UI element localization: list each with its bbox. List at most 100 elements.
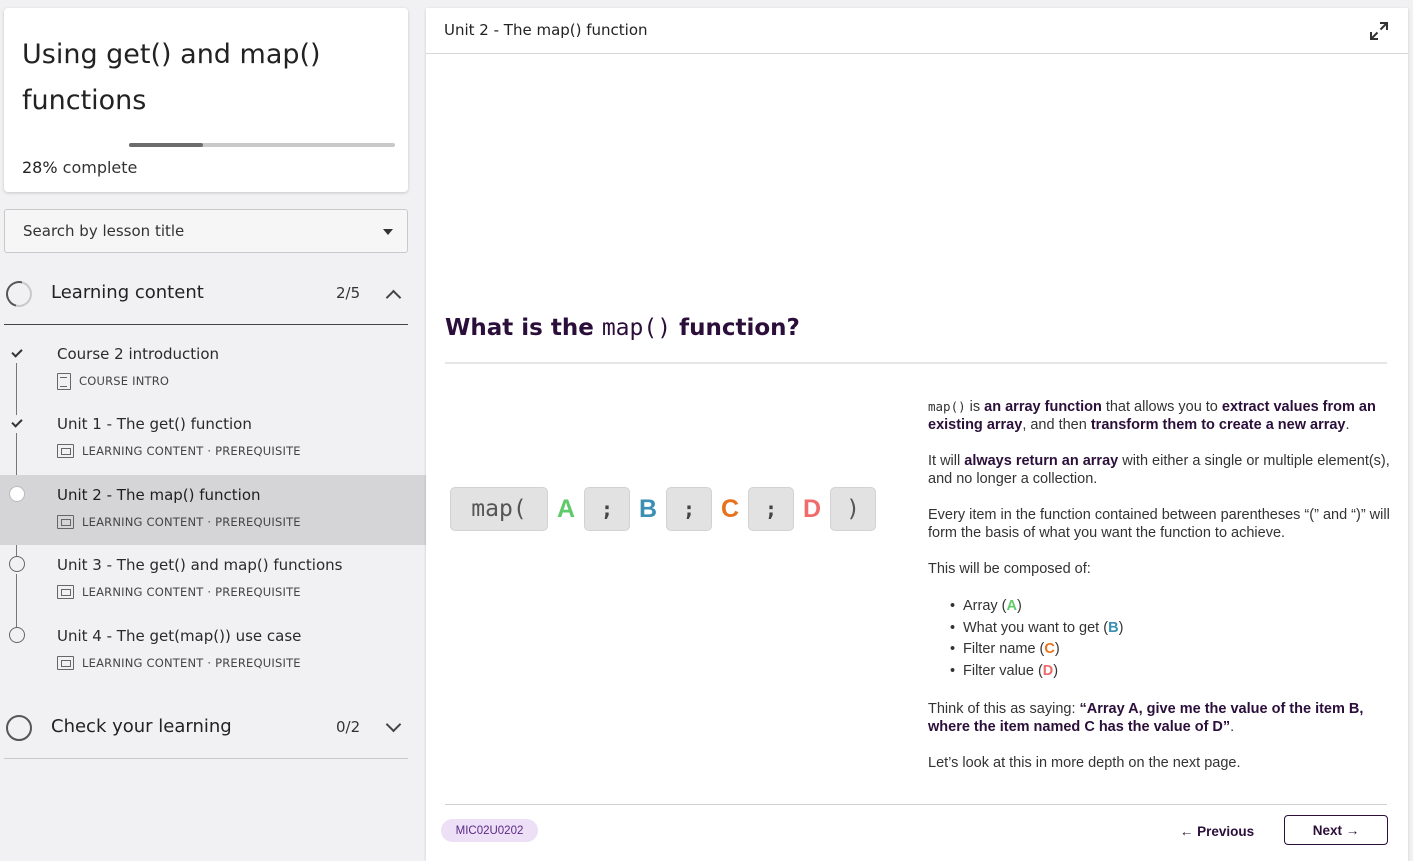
screen-icon: [57, 656, 74, 670]
desc-paragraph: Think of this as saying: “Array A, give …: [928, 700, 1390, 736]
lesson-description: map() is an array function that allows y…: [928, 398, 1390, 790]
next-button[interactable]: Next →: [1284, 815, 1388, 845]
lesson-type: LEARNING CONTENT · PREREQUISITE: [82, 656, 301, 670]
list-item-text: ): [1118, 619, 1124, 636]
heading-text: function?: [671, 315, 800, 341]
lesson-heading: What is the map() function?: [445, 315, 800, 341]
section-check-your-learning[interactable]: Check your learning 0/2: [4, 700, 408, 756]
desc-text: that allows you to: [1101, 399, 1222, 415]
list-item: Filter value (D): [950, 661, 1390, 683]
lesson-meta: LEARNING CONTENT · PREREQUISITE: [57, 655, 301, 671]
screen-icon: [57, 444, 74, 458]
lesson-title: Unit 1 - The get() function: [57, 415, 252, 433]
list-item-letter: A: [1006, 598, 1017, 614]
syntax-separator: ;: [748, 487, 794, 531]
list-item: What you want to get (B): [950, 618, 1390, 640]
previous-button[interactable]: ← Previous: [1170, 816, 1264, 846]
section-label: Learning content: [51, 282, 204, 303]
lesson-item-unit-2[interactable]: Unit 2 - The map() function LEARNING CON…: [0, 475, 426, 545]
desc-emphasis: an array function: [984, 399, 1102, 415]
lesson-code-badge: MIC02U0202: [441, 819, 538, 842]
lesson-type: LEARNING CONTENT · PREREQUISITE: [82, 515, 301, 529]
section-divider: [4, 758, 408, 759]
desc-text: Think of this as saying:: [928, 701, 1080, 717]
lesson-type: LEARNING CONTENT · PREREQUISITE: [82, 444, 301, 458]
chevron-down-icon[interactable]: [385, 716, 402, 733]
list-item: Filter name (C): [950, 639, 1390, 661]
lesson-title: Unit 4 - The get(map()) use case: [57, 627, 302, 645]
heading-code: map(): [601, 315, 672, 341]
empty-circle-icon: [9, 556, 25, 572]
syntax-letter-d: D: [802, 494, 822, 523]
desc-paragraph: Every item in the function contained bet…: [928, 507, 1390, 541]
lesson-meta: COURSE INTRO: [57, 372, 170, 390]
list-item: Array (A): [950, 596, 1390, 618]
list-item-text: ): [1054, 641, 1060, 657]
desc-paragraph: map() is an array function that allows y…: [928, 398, 1390, 434]
lesson-meta: LEARNING CONTENT · PREREQUISITE: [57, 443, 301, 459]
lesson-search-select[interactable]: Search by lesson title: [4, 209, 408, 253]
chevron-up-icon[interactable]: [385, 289, 402, 306]
screen-icon: [57, 515, 74, 529]
lesson-type: LEARNING CONTENT · PREREQUISITE: [82, 585, 301, 599]
expand-icon[interactable]: [1368, 20, 1390, 42]
list-item-letter: D: [1042, 662, 1054, 679]
list-item-text: Array (: [963, 598, 1007, 614]
desc-text: It will: [928, 453, 965, 469]
lesson-item-course-intro[interactable]: Course 2 introduction COURSE INTRO: [0, 334, 426, 404]
inline-code: map(): [928, 399, 966, 414]
caret-down-icon: [383, 229, 393, 235]
checkmark-icon: [9, 345, 25, 361]
course-title: Using get() and map() functions: [22, 39, 321, 116]
syntax-letter-b: B: [638, 494, 658, 523]
list-item-letter: B: [1108, 619, 1119, 636]
empty-circle-icon: [6, 715, 32, 741]
list-item-text: ): [1016, 598, 1022, 614]
composition-list: Array (A) What you want to get (B) Filte…: [950, 596, 1390, 682]
lesson-type: COURSE INTRO: [79, 374, 170, 388]
course-sidebar: Using get() and map() functions 28% comp…: [0, 0, 426, 861]
desc-paragraph: It will always return an array with eith…: [928, 452, 1390, 488]
empty-circle-icon: [9, 627, 25, 643]
lesson-title: Unit 2 - The map() function: [57, 486, 261, 504]
footer-divider: [445, 804, 1387, 805]
desc-text: .: [1230, 719, 1235, 735]
heading-text: What is the: [445, 315, 602, 341]
lesson-item-unit-1[interactable]: Unit 1 - The get() function LEARNING CON…: [0, 404, 426, 474]
document-icon: [57, 372, 71, 390]
lesson-header-title: Unit 2 - The map() function: [444, 21, 648, 39]
section-learning-content[interactable]: Learning content 2/5: [1, 266, 408, 322]
progress-percent: 28%: [22, 158, 58, 177]
lesson-title: Unit 3 - The get() and map() functions: [57, 556, 343, 574]
section-divider: [4, 324, 408, 325]
syntax-letter-c: C: [720, 494, 740, 523]
desc-paragraph: This will be composed of:: [928, 561, 1091, 577]
progress-ring-icon: [1, 276, 37, 312]
syntax-separator: ;: [666, 487, 712, 531]
desc-emphasis: always return an array: [964, 453, 1119, 469]
syntax-token-close: ): [830, 487, 876, 531]
course-summary-card: Using get() and map() functions 28% comp…: [4, 8, 408, 192]
section-count: 2/5: [336, 284, 361, 302]
list-item-text: ): [1053, 662, 1059, 679]
course-progress-bar: [129, 143, 395, 147]
section-count: 0/2: [336, 718, 361, 736]
lesson-meta: LEARNING CONTENT · PREREQUISITE: [57, 514, 301, 530]
syntax-letter-a: A: [556, 494, 576, 523]
lesson-meta: LEARNING CONTENT · PREREQUISITE: [57, 584, 301, 600]
search-placeholder: Search by lesson title: [23, 222, 185, 240]
course-progress-fill: [129, 143, 204, 147]
desc-paragraph: Let’s look at this in more depth on the …: [928, 755, 1241, 771]
desc-emphasis: transform them to create a new array: [1090, 417, 1346, 433]
list-item-text: Filter value (: [963, 662, 1043, 679]
map-syntax-diagram: map( A ; B ; C ; D ): [450, 486, 876, 532]
desc-text: , and then: [1022, 417, 1091, 433]
section-label: Check your learning: [51, 716, 232, 737]
heading-divider: [445, 362, 1387, 364]
desc-text: .: [1345, 417, 1350, 433]
list-item-text: Filter name (: [963, 641, 1045, 657]
lesson-item-unit-4[interactable]: Unit 4 - The get(map()) use case LEARNIN…: [0, 616, 426, 686]
progress-label: 28% complete: [22, 158, 137, 177]
list-item-letter: C: [1044, 641, 1055, 657]
lesson-item-unit-3[interactable]: Unit 3 - The get() and map() functions L…: [0, 545, 426, 615]
